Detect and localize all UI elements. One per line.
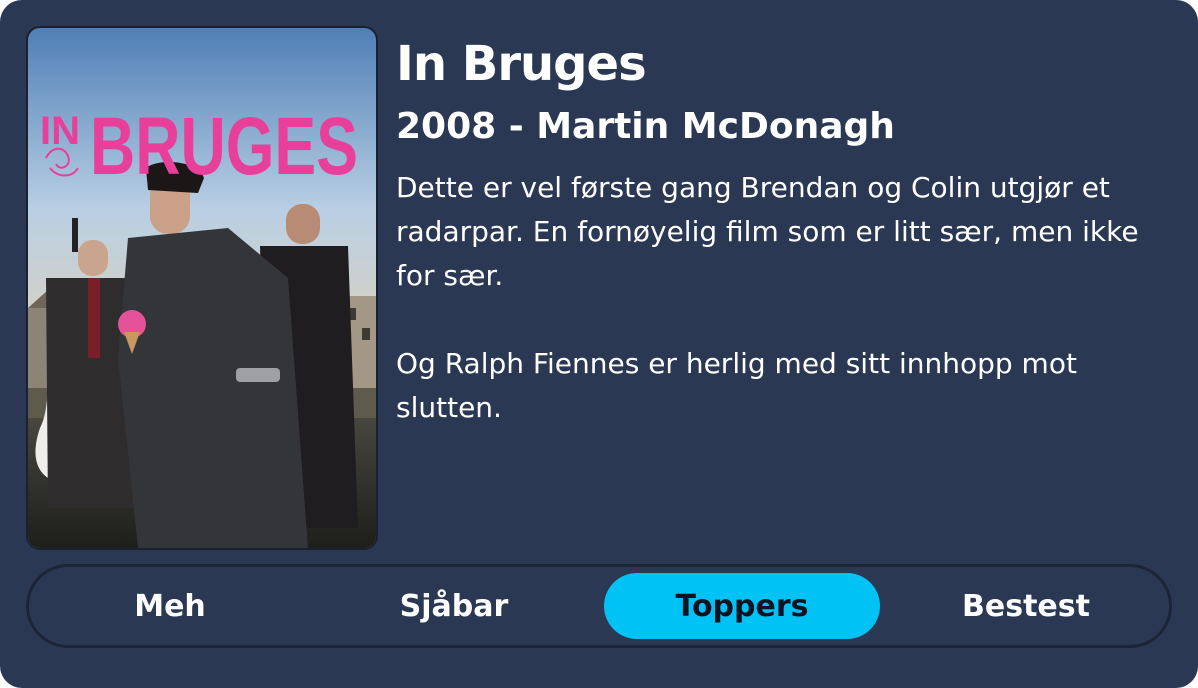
movie-card: IN BRUGES In Bruges 2008 - Martin McDona… xyxy=(0,0,1198,688)
poster-title-small: IN xyxy=(40,109,80,153)
poster-image: IN BRUGES xyxy=(28,28,376,548)
movie-title: In Bruges xyxy=(396,36,647,92)
movie-year-director: 2008 - Martin McDonagh xyxy=(396,106,895,147)
poster-title-large: BRUGES xyxy=(90,101,358,192)
review-paragraph: Dette er vel første gang Brendan og Coli… xyxy=(396,171,1139,292)
movie-poster: IN BRUGES xyxy=(26,26,378,550)
rating-option-sjabar[interactable]: Sjåbar xyxy=(316,573,592,639)
rating-option-bestest[interactable]: Bestest xyxy=(888,573,1164,639)
rating-option-meh[interactable]: Meh xyxy=(32,573,308,639)
rating-selector: Meh Sjåbar Toppers Bestest xyxy=(26,564,1172,648)
review-paragraph: Og Ralph Fiennes er herlig med sitt innh… xyxy=(396,347,1077,424)
movie-review: Dette er vel første gang Brendan og Coli… xyxy=(396,166,1156,430)
rating-option-toppers[interactable]: Toppers xyxy=(604,573,880,639)
